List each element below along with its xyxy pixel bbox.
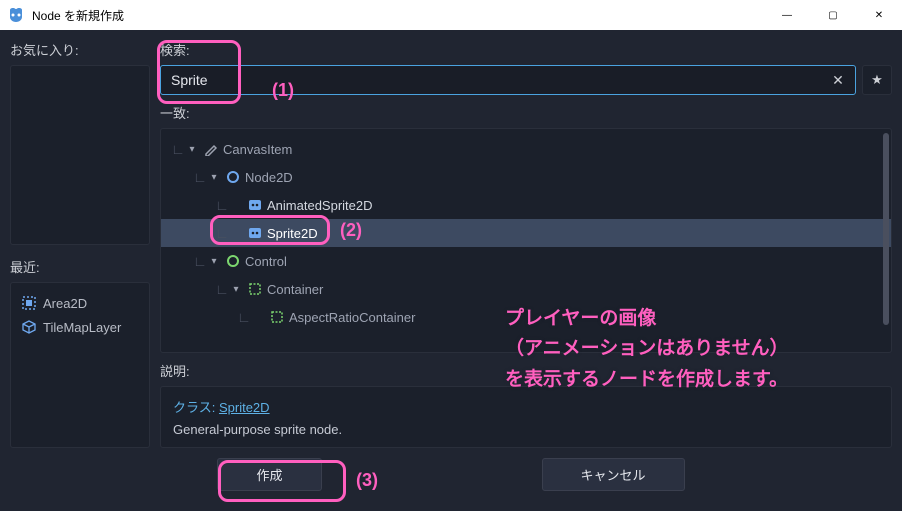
tree-item-container[interactable]: ∟▾ Container [161,275,891,303]
tree-item-aspectratiocontainer[interactable]: ∟▾AspectRatioContainer [161,303,891,331]
tree-guide: ∟ [237,309,251,325]
class-prefix: クラス: [173,400,219,415]
window-title: Node を新規作成 [32,7,764,24]
clear-search-button[interactable]: ✕ [826,65,850,95]
window-close-button[interactable]: ✕ [856,0,902,30]
tree-guide: ∟ [215,281,229,297]
description-panel: クラス: Sprite2D General-purpose sprite nod… [160,386,892,448]
search-label: 検索: [160,40,892,59]
window-minimize-button[interactable]: — [764,0,810,30]
tree-item-label: CanvasItem [223,142,292,157]
tree-scrollbar[interactable] [883,133,889,348]
chevron-down-icon[interactable]: ▾ [229,282,243,296]
window-titlebar: Node を新規作成 — ▢ ✕ [0,0,902,30]
tree-item-control[interactable]: ∟▾ Control [161,247,891,275]
tree-guide: ∟ [171,141,185,157]
node2d-icon [225,169,241,185]
tree-item-label: Node2D [245,170,293,185]
tree-item-label: AnimatedSprite2D [267,198,373,213]
tree-item-label: Sprite2D [267,226,318,241]
chevron-down-icon[interactable]: ▾ [207,254,221,268]
favorites-label: お気に入り: [10,40,150,59]
area2d-icon [21,295,37,311]
tree-item-sprite2d[interactable]: ∟▾Sprite2D [161,219,891,247]
create-button[interactable]: 作成 [217,458,321,491]
search-input[interactable] [160,65,856,95]
tree-item-node2d[interactable]: ∟▾ Node2D [161,163,891,191]
description-text: General-purpose sprite node. [173,422,879,437]
tree-guide: ∟ [215,197,229,213]
control-icon [225,253,241,269]
tree-guide: ∟ [215,225,229,241]
recent-item-area2d[interactable]: Area2D [17,291,143,315]
tree-item-animatedsprite2d[interactable]: ∟▾AnimatedSprite2D [161,191,891,219]
tree-guide: ∟ [193,169,207,185]
container-icon [247,281,263,297]
tree-guide: ∟ [193,253,207,269]
tree-item-canvasitem[interactable]: ∟▾ CanvasItem [161,135,891,163]
favorites-panel [10,65,150,245]
tree-item-label: Container [267,282,323,297]
chevron-down-icon[interactable]: ▾ [207,170,221,184]
recent-item-label: TileMapLayer [43,320,121,335]
window-maximize-button[interactable]: ▢ [810,0,856,30]
sprite-icon [247,197,263,213]
app-icon [8,7,24,23]
recent-item-label: Area2D [43,296,87,311]
sprite-icon [247,225,263,241]
tree-item-label: Control [245,254,287,269]
chevron-down-icon[interactable]: ▾ [185,142,199,156]
node-tree-panel: ∟▾CanvasItem∟▾Node2D∟▾AnimatedSprite2D∟▾… [160,128,892,353]
class-link[interactable]: Sprite2D [219,400,270,415]
match-label: 一致: [160,103,892,122]
tilemap-icon [21,319,37,335]
recent-label: 最近: [10,257,150,276]
recent-panel: Area2D TileMapLayer [10,282,150,448]
recent-item-tilemaplayer[interactable]: TileMapLayer [17,315,143,339]
description-label: 説明: [160,361,892,380]
tree-item-label: AspectRatioContainer [289,310,415,325]
canvasitem-icon [203,141,219,157]
cancel-button[interactable]: キャンセル [542,458,685,491]
favorite-toggle-button[interactable]: ★ [862,65,892,95]
container-icon [269,309,285,325]
